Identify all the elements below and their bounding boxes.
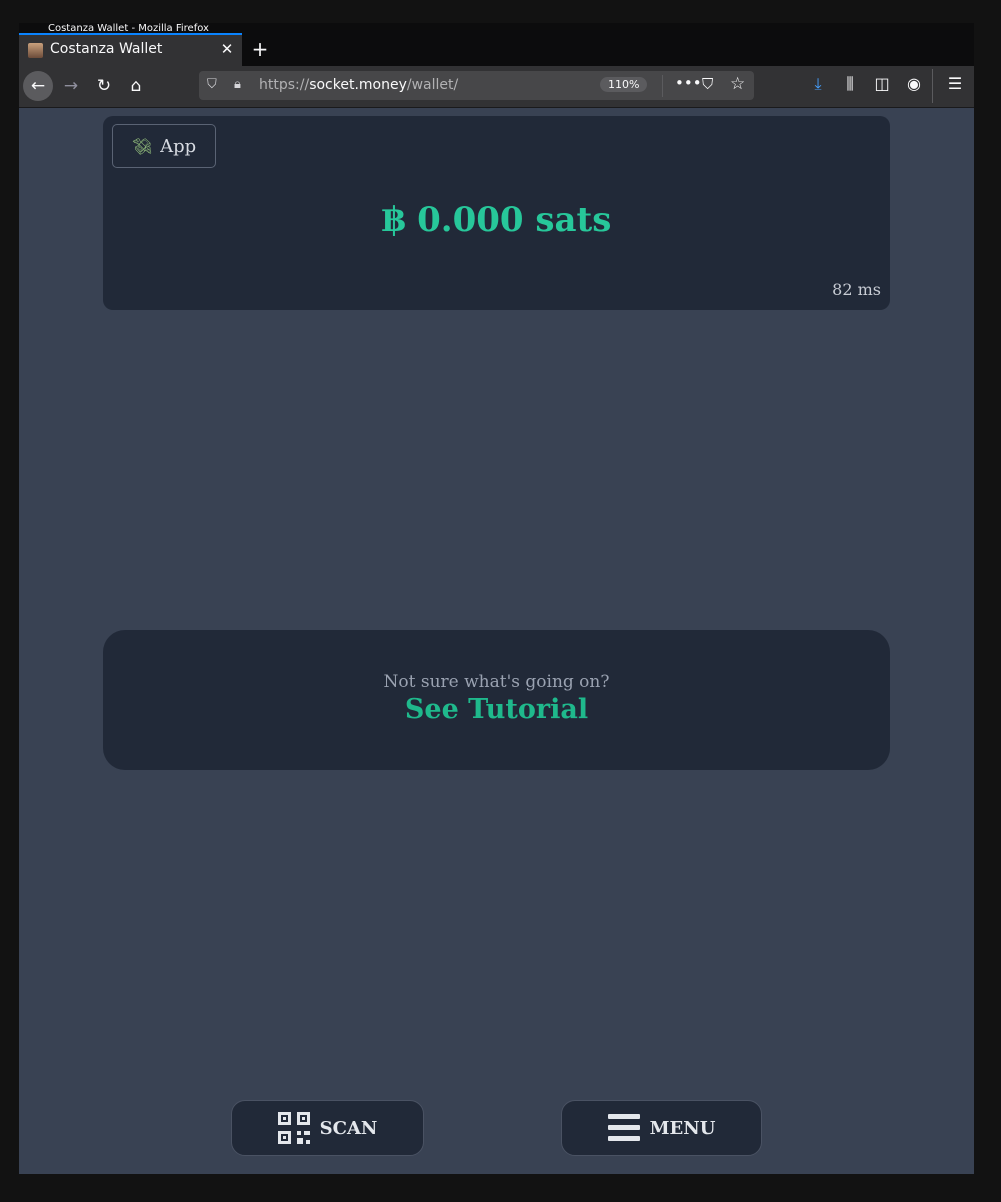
tab-title: Costanza Wallet: [50, 41, 163, 57]
forward-button[interactable]: →: [56, 71, 86, 101]
pocket-icon[interactable]: ⛉: [702, 75, 713, 93]
lock-icon[interactable]: 🔒︎: [234, 77, 241, 92]
latency-readout: 82 ms: [832, 280, 881, 299]
tracking-protection-icon[interactable]: ⛉: [207, 77, 217, 92]
sidebar-icon[interactable]: ◫: [870, 74, 894, 93]
url-host: socket.money: [309, 77, 407, 93]
account-icon[interactable]: ◉: [902, 74, 926, 93]
library-icon[interactable]: ⫼: [838, 74, 862, 94]
zoom-indicator[interactable]: 110%: [600, 77, 648, 92]
url-path: /wallet/: [406, 77, 459, 93]
tutorial-card: Not sure what's going on? See Tutorial: [103, 630, 890, 770]
hamburger-icon: [607, 1114, 640, 1141]
new-tab-button[interactable]: +: [249, 36, 271, 62]
page-actions-icon[interactable]: •••: [675, 74, 702, 92]
page-content: 💸︎ App ฿ 0.000 sats 82 ms Not sure what'…: [19, 108, 974, 1174]
hamburger-menu-icon[interactable]: ☰: [943, 74, 967, 93]
tab-costanza-wallet[interactable]: Costanza Wallet ✕: [19, 33, 242, 66]
menu-label: MENU: [649, 1117, 716, 1139]
scan-button[interactable]: SCAN: [231, 1100, 424, 1156]
home-button[interactable]: ⌂: [121, 71, 151, 101]
download-icon[interactable]: ⤓: [806, 74, 830, 94]
balance-card: 💸︎ App ฿ 0.000 sats 82 ms: [103, 116, 890, 310]
money-icon: 💸︎: [131, 136, 153, 156]
window-titlebar: Costanza Wallet - Mozilla Firefox: [19, 23, 974, 34]
url-scheme: https://: [259, 77, 310, 93]
navigation-toolbar: ← → ↻ ⌂ ⛉ 🔒︎ https://socket.money/wallet…: [19, 66, 974, 108]
tutorial-question: Not sure what's going on?: [383, 672, 610, 692]
toolbar-separator: [932, 69, 933, 103]
urlbar-separator: [662, 75, 663, 97]
close-tab-icon[interactable]: ✕: [218, 39, 236, 59]
scan-label: SCAN: [319, 1117, 378, 1139]
app-button[interactable]: 💸︎ App: [112, 124, 216, 168]
reload-button[interactable]: ↻: [89, 71, 119, 101]
qr-code-icon: [277, 1112, 310, 1144]
favicon-icon: [28, 43, 43, 58]
address-bar[interactable]: ⛉ 🔒︎ https://socket.money/wallet/ 110% •…: [199, 71, 754, 100]
url-text[interactable]: https://socket.money/wallet/: [259, 77, 458, 93]
back-button[interactable]: ←: [23, 71, 53, 101]
menu-button[interactable]: MENU: [561, 1100, 762, 1156]
browser-window: Costanza Wallet - Mozilla Firefox Costan…: [19, 23, 974, 1174]
tab-strip: Costanza Wallet ✕ +: [19, 33, 974, 66]
balance-amount: ฿ 0.000 sats: [381, 200, 612, 240]
see-tutorial-link[interactable]: See Tutorial: [103, 694, 890, 725]
bookmark-star-icon[interactable]: ☆: [730, 74, 745, 94]
app-button-label: App: [160, 135, 197, 157]
